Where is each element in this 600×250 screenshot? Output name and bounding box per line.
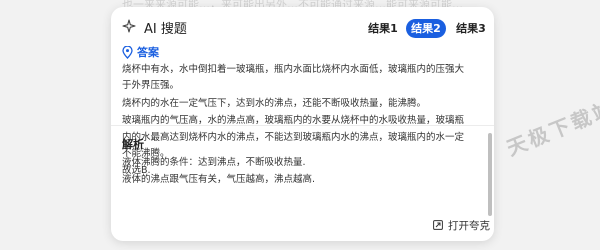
external-link-icon — [433, 220, 443, 230]
ai-search-panel: AI 搜题 结果1 结果2 结果3 答案 烧杯中有水，水中倒扣着一玻璃瓶，瓶内水… — [111, 7, 494, 241]
open-quark-label: 打开夸克 — [448, 219, 490, 232]
panel-title: AI 搜题 — [144, 22, 187, 37]
scrollbar[interactable] — [488, 133, 492, 216]
answer-line: 烧杯内的水在一定气压下，达到水的沸点，还能不断吸收热量，能沸腾。 — [122, 97, 427, 109]
content-fade — [111, 195, 494, 207]
sparkle-icon — [122, 19, 136, 33]
analysis-section: 解析 液体沸腾的条件：达到沸点，不断吸收热量. 液体的沸点跟气压有关，气压越高，… — [122, 132, 472, 189]
panel-header: AI 搜题 结果1 结果2 结果3 — [111, 7, 494, 43]
analysis-title: 解析 — [122, 138, 144, 151]
location-pin-icon — [122, 45, 133, 59]
analysis-line: 液体沸腾的条件：达到沸点，不断吸收热量. — [122, 157, 306, 168]
tab-result-2[interactable]: 结果2 — [406, 19, 446, 38]
analysis-line: 液体的沸点跟气压有关，气压越高，沸点越高. — [122, 174, 316, 186]
answer-title: 答案 — [137, 46, 159, 59]
open-quark-button[interactable]: 打开夸克 — [433, 217, 490, 233]
tab-result-3[interactable]: 结果3 — [451, 19, 491, 38]
section-divider — [111, 125, 494, 126]
tab-result-1[interactable]: 结果1 — [363, 19, 403, 38]
watermark: 天极下载站 — [503, 95, 600, 161]
answer-line: 烧杯中有水，水中倒扣着一玻璃瓶，瓶内水面比烧杯内水面低，玻璃瓶内的压强大于外界压… — [122, 64, 465, 92]
